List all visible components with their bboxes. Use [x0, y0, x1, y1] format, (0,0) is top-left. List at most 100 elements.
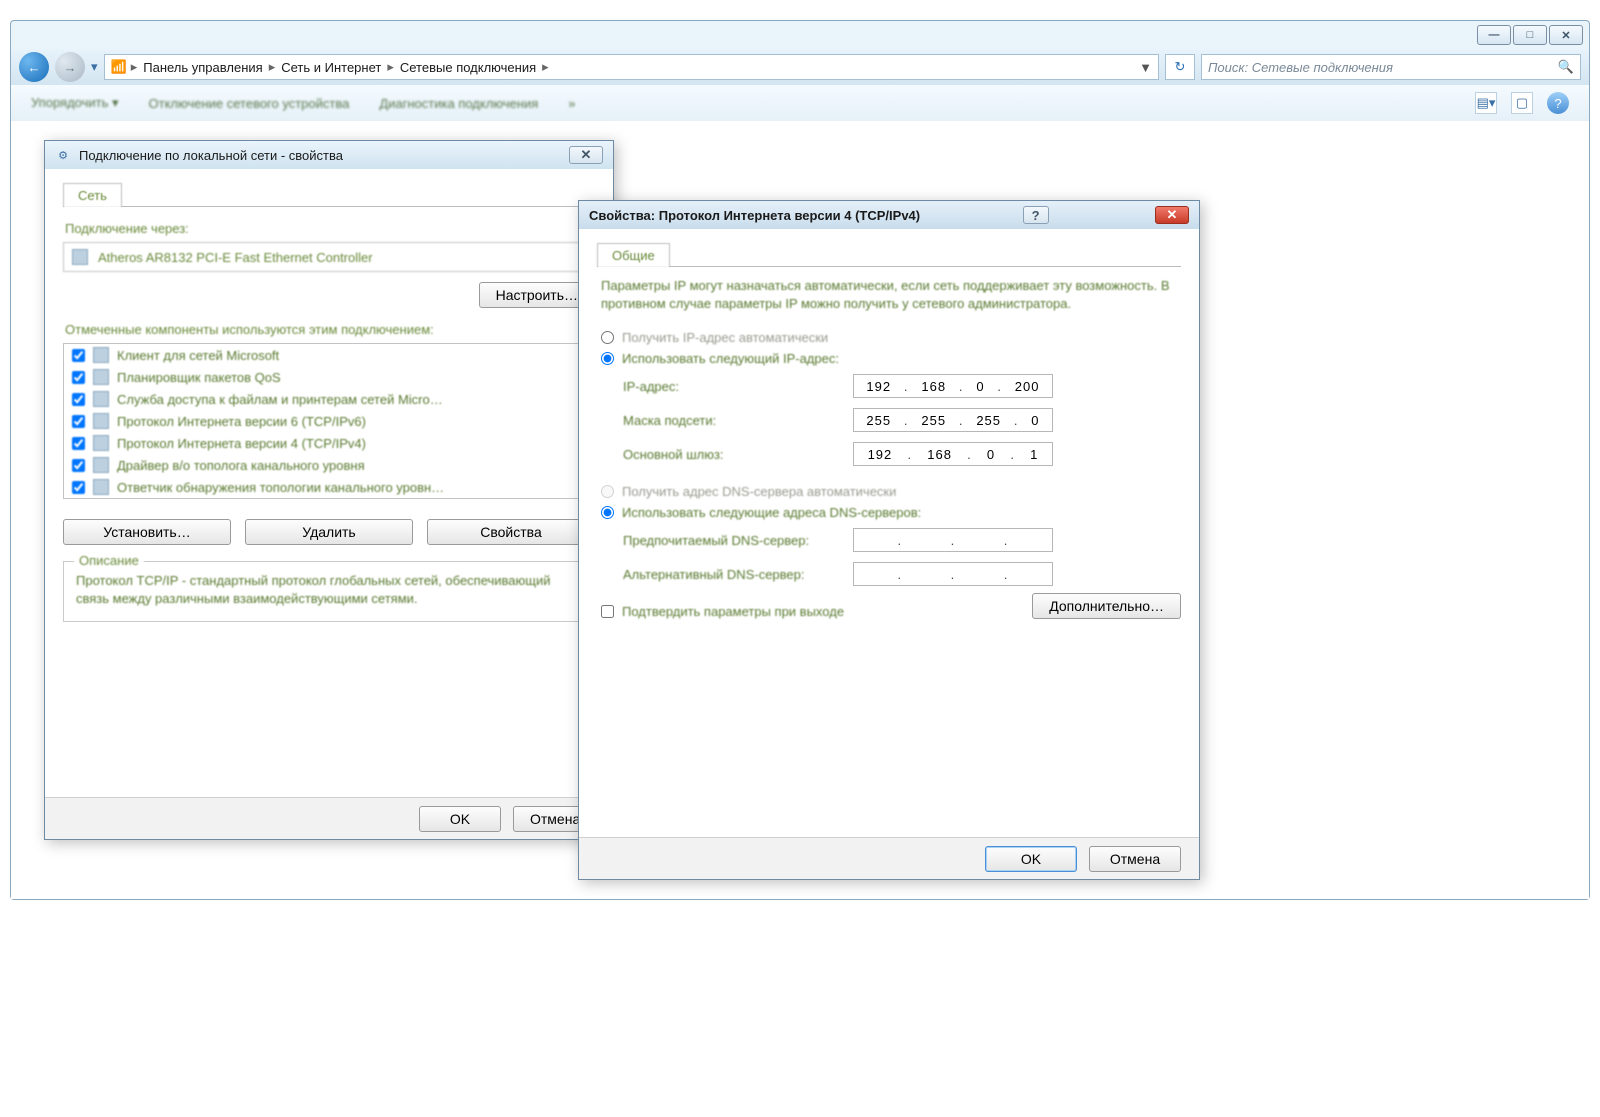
component-label: Клиент для сетей Microsoft	[117, 348, 279, 363]
radio-ip-manual-row[interactable]: Использовать следующий IP-адрес:	[601, 351, 1177, 366]
dialog-title: Свойства: Протокол Интернета версии 4 (T…	[589, 208, 920, 223]
toolbar-organize-button[interactable]: Упорядочить ▾	[31, 95, 119, 111]
radio-ip-auto[interactable]	[601, 331, 614, 344]
confirm-on-exit-checkbox[interactable]	[601, 605, 614, 618]
list-item[interactable]: Клиент для сетей Microsoft	[64, 344, 594, 366]
nav-forward-button[interactable]: →	[55, 52, 85, 82]
advanced-button[interactable]: Дополнительно…	[1032, 593, 1181, 619]
explorer-navbar: ← → ▾ 📶 ▸ Панель управления ▸ Сеть и Инт…	[11, 49, 1589, 85]
radio-ip-auto-label: Получить IP-адрес автоматически	[622, 330, 828, 345]
list-item[interactable]: Планировщик пакетов QoS	[64, 366, 594, 388]
list-item[interactable]: Протокол Интернета версии 6 (TCP/IPv6)	[64, 410, 594, 432]
search-icon: 🔍	[1558, 59, 1574, 75]
adapter-box: Atheros AR8132 PCI-E Fast Ethernet Contr…	[63, 242, 595, 272]
component-checkbox[interactable]	[72, 371, 85, 384]
breadcrumb[interactable]: Панель управления	[141, 60, 264, 75]
address-bar-dropdown-icon[interactable]: ▼	[1139, 60, 1152, 75]
component-label: Планировщик пакетов QoS	[117, 370, 281, 385]
breadcrumb-sep-icon: ▸	[269, 59, 276, 75]
toolbar-disable-button[interactable]: Отключение сетевого устройства	[149, 96, 350, 111]
info-text: Параметры IP могут назначаться автоматич…	[601, 277, 1177, 312]
radio-ip-manual[interactable]	[601, 352, 614, 365]
ip-octet: 192	[868, 447, 893, 462]
dns1-label: Предпочитаемый DNS-сервер:	[623, 533, 853, 548]
ip-octet: 0	[987, 447, 995, 462]
properties-button[interactable]: Свойства	[427, 519, 595, 545]
ip-octet: 0	[976, 379, 984, 394]
gateway-input[interactable]: 192. 168. 0. 1	[853, 442, 1053, 466]
component-checkbox[interactable]	[72, 349, 85, 362]
breadcrumb-sep-icon: ▸	[387, 59, 394, 75]
nav-recent-dropdown-icon[interactable]: ▾	[91, 59, 98, 75]
list-item[interactable]: Протокол Интернета версии 4 (TCP/IPv4)	[64, 432, 594, 454]
dialog-close-button[interactable]: ✕	[569, 146, 603, 164]
dialog-help-button[interactable]: ?	[1023, 206, 1049, 224]
component-icon	[93, 391, 109, 407]
window-minimize-button[interactable]: —	[1477, 25, 1511, 45]
search-input[interactable]: Поиск: Сетевые подключения 🔍	[1201, 54, 1581, 80]
tab-network[interactable]: Сеть	[63, 183, 122, 207]
ip-octet: 200	[1015, 379, 1040, 394]
radio-dns-manual-row[interactable]: Использовать следующие адреса DNS-сервер…	[601, 505, 1177, 520]
breadcrumb-sep-icon: ▸	[131, 59, 138, 75]
description-text: Протокол TCP/IP - стандартный протокол г…	[76, 572, 582, 607]
ip-octet: 168	[921, 379, 946, 394]
toolbar-overflow-button[interactable]: »	[568, 96, 575, 111]
view-options-button[interactable]: ▤▾	[1475, 92, 1497, 114]
cancel-button[interactable]: Отмена	[1089, 846, 1181, 872]
help-button[interactable]: ?	[1547, 92, 1569, 114]
ip-address-input[interactable]: 192. 168. 0. 200	[853, 374, 1053, 398]
radio-ip-manual-label: Использовать следующий IP-адрес:	[622, 351, 839, 366]
breadcrumb-sep-icon: ▸	[542, 59, 549, 75]
connection-properties-dialog: ⚙ Подключение по локальной сети - свойст…	[44, 140, 614, 840]
components-list[interactable]: Клиент для сетей Microsoft Планировщик п…	[63, 343, 595, 499]
tcpip-properties-dialog: Свойства: Протокол Интернета версии 4 (T…	[578, 200, 1200, 880]
uninstall-button[interactable]: Удалить	[245, 519, 413, 545]
adapter-icon	[72, 249, 88, 265]
preview-pane-button[interactable]: ▢	[1511, 92, 1533, 114]
radio-dns-manual[interactable]	[601, 506, 614, 519]
address-bar[interactable]: 📶 ▸ Панель управления ▸ Сеть и Интернет …	[104, 54, 1159, 80]
address-bar-icon: 📶	[111, 59, 127, 75]
component-checkbox[interactable]	[72, 415, 85, 428]
ip-octet: 255	[976, 413, 1001, 428]
refresh-button[interactable]: ↻	[1165, 54, 1195, 80]
list-item[interactable]: Драйвер в/о тополога канального уровня	[64, 454, 594, 476]
explorer-toolbar: Упорядочить ▾ Отключение сетевого устрой…	[11, 85, 1589, 121]
toolbar-diagnose-button[interactable]: Диагностика подключения	[379, 96, 538, 111]
tab-strip: Сеть	[63, 183, 595, 207]
dialog-title: Подключение по локальной сети - свойства	[79, 148, 343, 163]
dialog-close-button[interactable]: ✕	[1155, 206, 1189, 224]
adapter-name: Atheros AR8132 PCI-E Fast Ethernet Contr…	[98, 250, 373, 265]
list-item[interactable]: Ответчик обнаружения топологии канальног…	[64, 476, 594, 498]
component-icon	[93, 347, 109, 363]
connect-using-label: Подключение через:	[65, 221, 593, 236]
component-checkbox[interactable]	[72, 459, 85, 472]
breadcrumb[interactable]: Сетевые подключения	[398, 60, 538, 75]
dialog-titlebar: ⚙ Подключение по локальной сети - свойст…	[45, 141, 613, 169]
ip-octet: 0	[1031, 413, 1039, 428]
explorer-titlebar: — □ ✕	[11, 21, 1589, 49]
dns2-input[interactable]: . . .	[853, 562, 1053, 586]
ok-button[interactable]: OK	[419, 806, 501, 832]
gateway-label: Основной шлюз:	[623, 447, 853, 462]
dns1-input[interactable]: . . .	[853, 528, 1053, 552]
dialog-titlebar: Свойства: Протокол Интернета версии 4 (T…	[579, 201, 1199, 229]
component-checkbox[interactable]	[72, 481, 85, 494]
component-label: Ответчик обнаружения топологии канальног…	[117, 480, 444, 495]
radio-dns-manual-label: Использовать следующие адреса DNS-сервер…	[622, 505, 921, 520]
list-item[interactable]: Служба доступа к файлам и принтерам сете…	[64, 388, 594, 410]
tab-general[interactable]: Общие	[597, 243, 670, 267]
install-button[interactable]: Установить…	[63, 519, 231, 545]
radio-ip-auto-row[interactable]: Получить IP-адрес автоматически	[601, 330, 1177, 345]
component-checkbox[interactable]	[72, 437, 85, 450]
ok-button[interactable]: OK	[985, 846, 1077, 872]
radio-dns-auto-label: Получить адрес DNS-сервера автоматически	[622, 484, 896, 499]
radio-dns-auto-row[interactable]: Получить адрес DNS-сервера автоматически	[601, 484, 1177, 499]
window-close-button[interactable]: ✕	[1549, 25, 1583, 45]
component-checkbox[interactable]	[72, 393, 85, 406]
subnet-mask-input[interactable]: 255. 255. 255. 0	[853, 408, 1053, 432]
window-maximize-button[interactable]: □	[1513, 25, 1547, 45]
breadcrumb[interactable]: Сеть и Интернет	[279, 60, 383, 75]
nav-back-button[interactable]: ←	[19, 52, 49, 82]
